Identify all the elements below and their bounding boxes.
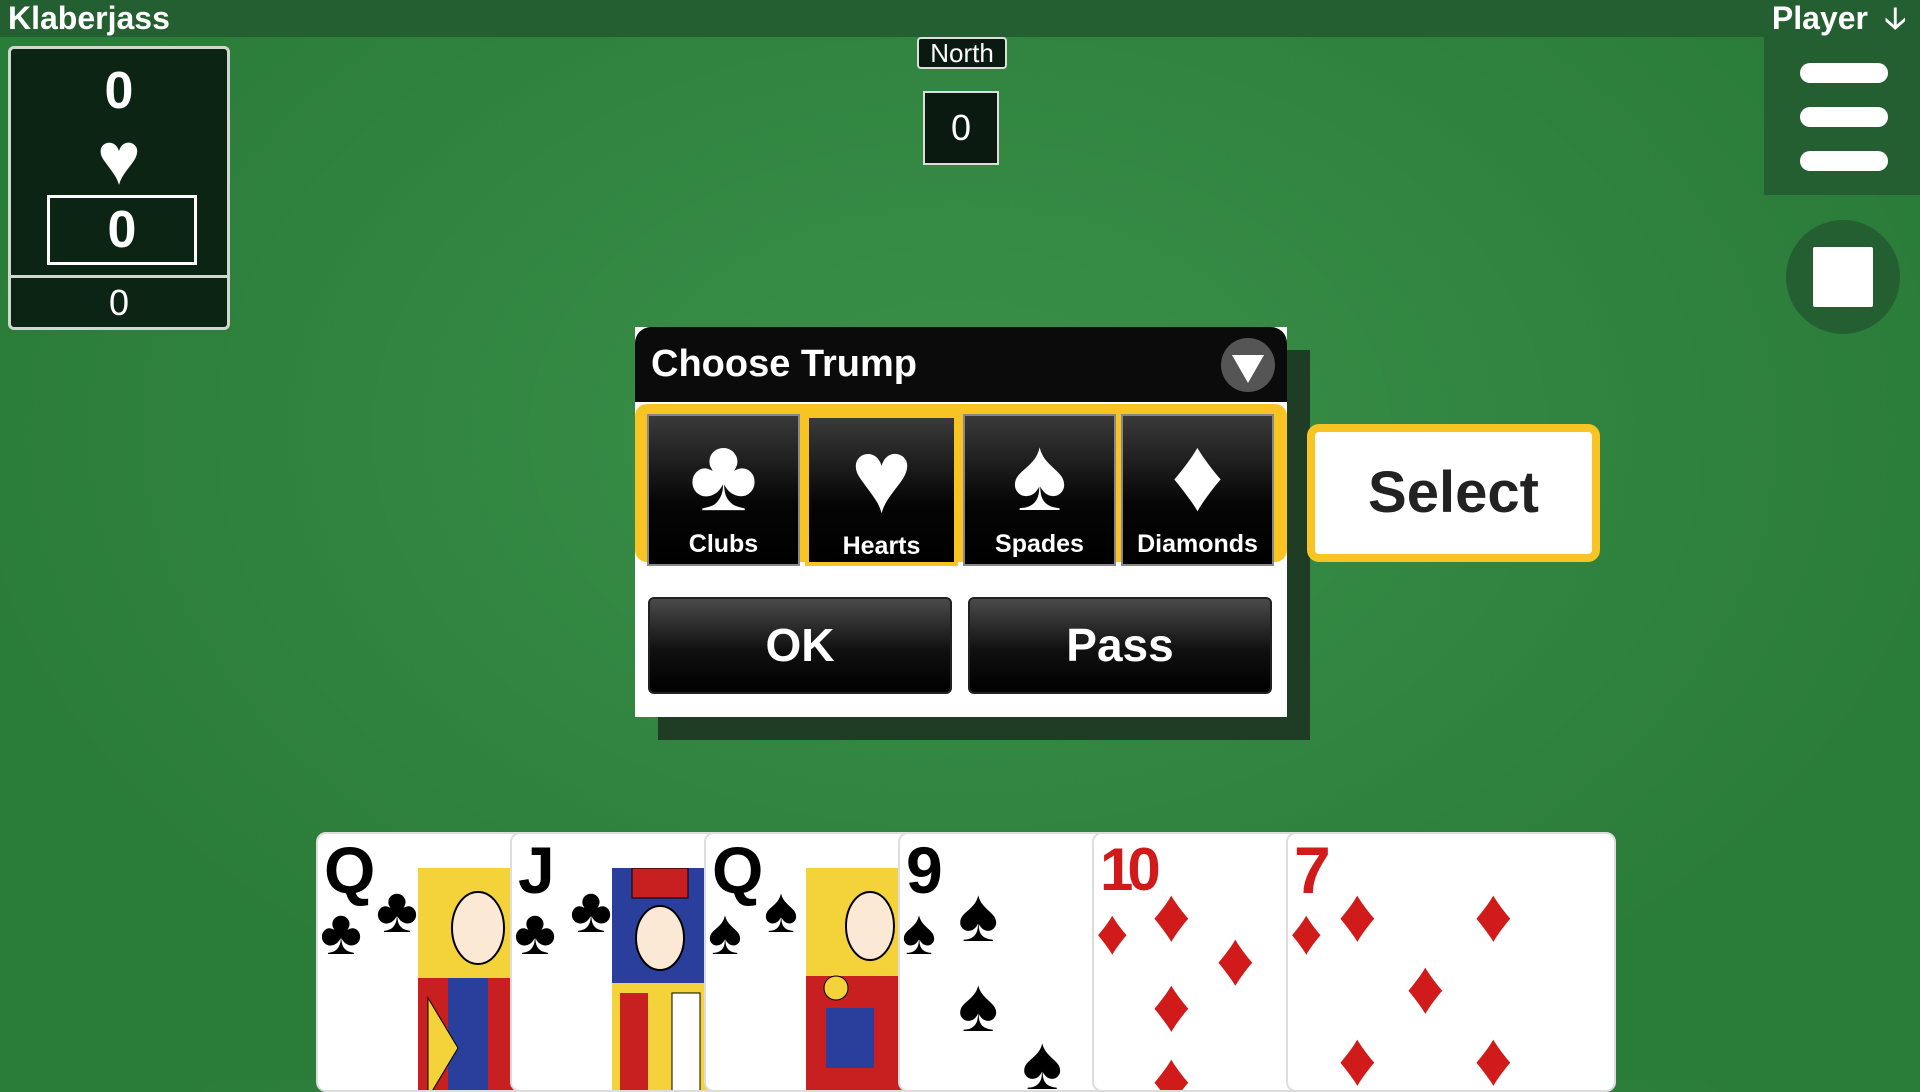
diamond-icon: ♦: [1216, 917, 1255, 1002]
dialog-header: Choose Trump: [635, 327, 1287, 402]
menu-bar-icon: [1800, 151, 1888, 171]
suit-clubs-button[interactable]: ♣ Clubs: [647, 414, 800, 566]
suit-choices: ♣ Clubs ♥ Hearts ♠ Spades ♦ Diamonds: [635, 404, 1287, 566]
card-rank: J: [518, 833, 555, 907]
suit-label: Spades: [995, 530, 1084, 558]
club-icon: ♣: [689, 417, 758, 533]
triangle-down-icon: [1232, 355, 1264, 383]
club-icon: ♣: [320, 896, 362, 968]
dialog-title: Choose Trump: [651, 343, 918, 385]
diamond-icon: ♦: [1096, 896, 1129, 968]
opponent-score: 0: [108, 282, 130, 323]
select-button[interactable]: Select: [1307, 424, 1600, 562]
hamburger-menu-button[interactable]: [1764, 37, 1920, 195]
suit-hearts-button[interactable]: ♥ Hearts: [805, 414, 958, 566]
card-rank: Q: [324, 833, 376, 907]
spade-icon: ♠: [764, 874, 798, 946]
diamond-icon: ♦: [1152, 1037, 1191, 1092]
suit-label: Clubs: [688, 530, 759, 558]
playing-card[interactable]: 7 ♦ ♦ ♦ ♦ ♦ ♦: [1286, 832, 1616, 1092]
suit-label: Hearts: [842, 532, 921, 560]
score-panel: 0 ♥ 0 0: [8, 46, 230, 330]
spade-icon: ♠: [958, 873, 999, 958]
team-score: 0: [104, 62, 134, 120]
choose-trump-dialog: Choose Trump ♣ Clubs ♥ Hearts ♠ Spades ♦…: [635, 327, 1287, 717]
diamond-icon: ♦: [1338, 873, 1377, 958]
pass-button[interactable]: Pass: [968, 597, 1272, 694]
card-rank: Q: [712, 833, 764, 907]
app-title: Klaberjass: [8, 0, 170, 36]
spade-icon: ♠: [1022, 1021, 1063, 1092]
score-divider: [11, 275, 227, 278]
spade-icon: ♠: [958, 963, 999, 1048]
heart-icon: ♥: [850, 419, 913, 535]
diamond-icon: ♦: [1406, 945, 1445, 1030]
player-label[interactable]: Player: [1772, 0, 1868, 37]
arrow-down-icon[interactable]: 🡣: [1884, 0, 1906, 37]
grid-icon: [1851, 285, 1873, 307]
diamond-icon: ♦: [1474, 1017, 1513, 1092]
suit-spades-button[interactable]: ♠ Spades: [963, 414, 1116, 566]
north-score: 0: [923, 91, 999, 165]
diamond-icon: ♦: [1152, 963, 1191, 1048]
ok-button[interactable]: OK: [648, 597, 952, 694]
collapse-button[interactable]: [1221, 338, 1275, 392]
club-icon: ♣: [376, 874, 418, 946]
diamond-icon: ♦: [1152, 873, 1191, 958]
diamond-icon: ♦: [1170, 417, 1225, 533]
spade-icon: ♠: [708, 896, 742, 968]
suit-label: Diamonds: [1137, 530, 1258, 558]
north-label: North: [917, 37, 1007, 69]
queen-portrait-icon: [806, 868, 902, 1090]
spade-icon: ♠: [902, 896, 936, 968]
menu-bar-icon: [1800, 63, 1888, 83]
diamond-icon: ♦: [1338, 1017, 1377, 1092]
card-rank: 10: [1100, 836, 1161, 903]
diamond-icon: ♦: [1474, 873, 1513, 958]
menu-bar-icon: [1800, 107, 1888, 127]
jack-portrait-icon: [612, 868, 708, 1090]
card-rank: 9: [906, 833, 943, 907]
top-bar: [0, 0, 1920, 37]
queen-portrait-icon: [418, 868, 514, 1090]
diamond-icon: ♦: [1290, 896, 1323, 968]
grid-menu-button[interactable]: [1786, 220, 1900, 334]
club-icon: ♣: [570, 874, 612, 946]
round-score: 0: [47, 195, 197, 265]
spade-icon: ♠: [1011, 417, 1068, 533]
suit-diamonds-button[interactable]: ♦ Diamonds: [1121, 414, 1274, 566]
heart-icon: ♥: [97, 117, 141, 200]
card-rank: 7: [1294, 833, 1331, 907]
club-icon: ♣: [514, 896, 556, 968]
